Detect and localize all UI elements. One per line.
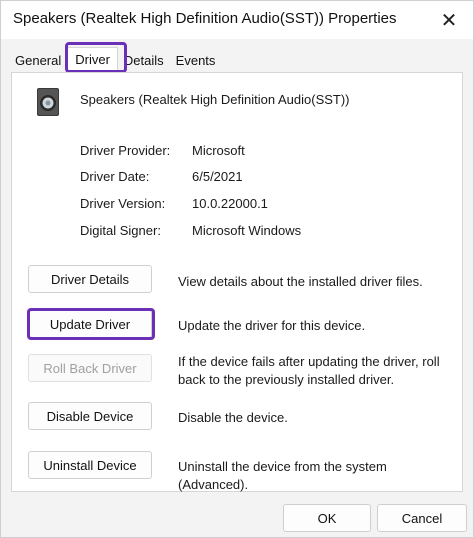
title-bar: Speakers (Realtek High Definition Audio(… [1,1,473,39]
driver-date-label: Driver Date: [80,169,150,184]
speaker-icon [37,88,59,116]
digital-signer-value: Microsoft Windows [192,223,302,238]
update-driver-description: Update the driver for this device. [178,318,366,333]
properties-dialog: Speakers (Realtek High Definition Audio(… [0,0,474,538]
driver-panel: Speakers (Realtek High Definition Audio(… [11,72,463,492]
tab-details[interactable]: Details [118,51,170,73]
cancel-button[interactable]: Cancel [377,504,467,532]
driver-provider-value: Microsoft [192,143,245,158]
tab-driver[interactable]: Driver [67,47,118,73]
close-icon: ✕ [440,9,458,32]
uninstall-device-button[interactable]: Uninstall Device [28,451,152,479]
driver-version-label: Driver Version: [80,196,166,211]
driver-date-value: 6/5/2021 [192,169,243,184]
tab-events[interactable]: Events [170,51,222,73]
ok-button[interactable]: OK [283,504,371,532]
uninstall-device-description: Uninstall the device from the system (Ad… [178,459,387,492]
roll-back-driver-button[interactable]: Roll Back Driver [28,354,152,382]
device-name: Speakers (Realtek High Definition Audio(… [80,92,350,107]
driver-provider-label: Driver Provider: [80,143,171,158]
window-title: Speakers (Realtek High Definition Audio(… [13,10,397,27]
update-driver-button[interactable]: Update Driver [28,310,152,338]
driver-version-value: 10.0.22000.1 [192,196,268,211]
disable-device-button[interactable]: Disable Device [28,402,152,430]
disable-device-description: Disable the device. [178,410,288,425]
close-button[interactable]: ✕ [429,3,469,37]
driver-details-description: View details about the installed driver … [178,274,423,289]
tab-strip: General Driver Details Events [9,47,221,73]
roll-back-driver-description: If the device fails after updating the d… [178,354,440,387]
tab-general[interactable]: General [9,51,67,73]
digital-signer-label: Digital Signer: [80,223,161,238]
driver-details-button[interactable]: Driver Details [28,265,152,293]
